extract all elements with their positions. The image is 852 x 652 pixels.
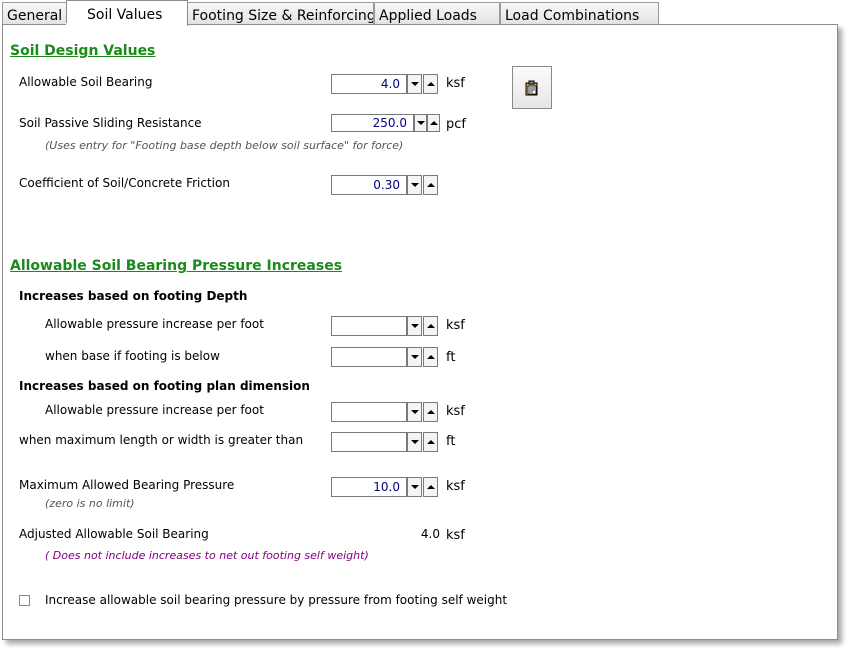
- clipboard-icon: [525, 80, 538, 95]
- plan-increase-label: Allowable pressure increase per foot: [45, 403, 264, 417]
- plan-increase-unit: ksf: [446, 404, 465, 419]
- calc-button[interactable]: [512, 66, 552, 109]
- depth-base-label: when base if footing is below: [45, 349, 220, 363]
- decrement-button[interactable]: [407, 477, 422, 497]
- decrement-button[interactable]: [414, 114, 427, 132]
- tab-joint: [66, 23, 186, 26]
- chevron-down-icon: [416, 121, 425, 125]
- allowable-soil-bearing-input[interactable]: 4.0: [331, 74, 407, 94]
- increment-button[interactable]: [423, 74, 438, 94]
- chevron-down-icon: [410, 324, 419, 328]
- friction-input[interactable]: 0.30: [331, 175, 407, 195]
- plan-max-label: when maximum length or width is greater …: [19, 433, 304, 447]
- adjusted-bearing-value: 4.0: [420, 527, 440, 541]
- chevron-up-icon: [426, 485, 435, 489]
- self-weight-checkbox-label[interactable]: Increase allowable soil bearing pressure…: [45, 593, 507, 607]
- increases-heading: Allowable Soil Bearing Pressure Increase…: [10, 258, 343, 274]
- self-weight-checkbox[interactable]: [19, 595, 30, 606]
- chevron-down-icon: [410, 410, 419, 414]
- plan-max-input[interactable]: [331, 432, 407, 452]
- chevron-up-icon: [426, 440, 435, 444]
- decrement-button[interactable]: [407, 74, 422, 94]
- decrement-button[interactable]: [407, 316, 422, 336]
- passive-sliding-input[interactable]: 250.0: [331, 114, 414, 132]
- chevron-down-icon: [410, 82, 419, 86]
- chevron-up-icon: [426, 183, 435, 187]
- depth-subheading: Increases based on footing Depth: [19, 289, 248, 303]
- allowable-soil-bearing-unit: ksf: [446, 76, 465, 91]
- plan-increase-input[interactable]: [331, 402, 407, 422]
- chevron-down-icon: [410, 183, 419, 187]
- chevron-down-icon: [410, 485, 419, 489]
- adjusted-bearing-label: Adjusted Allowable Soil Bearing: [19, 527, 209, 541]
- adjusted-bearing-note: ( Does not include increases to net out …: [45, 549, 369, 562]
- plan-max-unit: ft: [446, 434, 456, 449]
- passive-sliding-unit: pcf: [446, 117, 466, 132]
- decrement-button[interactable]: [407, 175, 422, 195]
- depth-base-input[interactable]: [331, 347, 407, 367]
- max-pressure-label: Maximum Allowed Bearing Pressure: [19, 478, 235, 492]
- adjusted-bearing-unit: ksf: [446, 528, 465, 543]
- chevron-up-icon: [426, 355, 435, 359]
- depth-increase-input[interactable]: [331, 316, 407, 336]
- increment-button[interactable]: [423, 347, 438, 367]
- increment-button[interactable]: [423, 477, 438, 497]
- max-pressure-input[interactable]: 10.0: [331, 477, 407, 497]
- decrement-button[interactable]: [407, 347, 422, 367]
- tab-load-combinations[interactable]: Load Combinations: [500, 2, 659, 24]
- depth-increase-label: Allowable pressure increase per foot: [45, 317, 264, 331]
- increment-button[interactable]: [423, 175, 438, 195]
- chevron-up-icon: [426, 324, 435, 328]
- decrement-button[interactable]: [407, 432, 422, 452]
- max-pressure-unit: ksf: [446, 479, 465, 494]
- passive-sliding-label: Soil Passive Sliding Resistance: [19, 116, 202, 130]
- friction-label: Coefficient of Soil/Concrete Friction: [19, 176, 230, 190]
- depth-increase-unit: ksf: [446, 318, 465, 333]
- increment-button[interactable]: [423, 402, 438, 422]
- plan-subheading: Increases based on footing plan dimensio…: [19, 379, 310, 393]
- increment-button[interactable]: [423, 316, 438, 336]
- allowable-soil-bearing-label: Allowable Soil Bearing: [19, 75, 153, 89]
- chevron-up-icon: [429, 121, 438, 125]
- chevron-down-icon: [410, 440, 419, 444]
- depth-base-unit: ft: [446, 350, 456, 365]
- chevron-down-icon: [410, 355, 419, 359]
- soil-design-heading: Soil Design Values: [10, 43, 156, 59]
- tab-applied-loads[interactable]: Applied Loads: [374, 2, 500, 24]
- tab-footing-size-reinforcing[interactable]: Footing Size & Reinforcing: [187, 2, 374, 24]
- increment-button[interactable]: [423, 432, 438, 452]
- increment-button[interactable]: [427, 114, 440, 132]
- tab-general[interactable]: General: [2, 2, 72, 24]
- passive-sliding-note: (Uses entry for "Footing base depth belo…: [45, 139, 404, 152]
- chevron-up-icon: [426, 82, 435, 86]
- chevron-up-icon: [426, 410, 435, 414]
- max-pressure-note: (zero is no limit): [45, 497, 135, 510]
- decrement-button[interactable]: [407, 402, 422, 422]
